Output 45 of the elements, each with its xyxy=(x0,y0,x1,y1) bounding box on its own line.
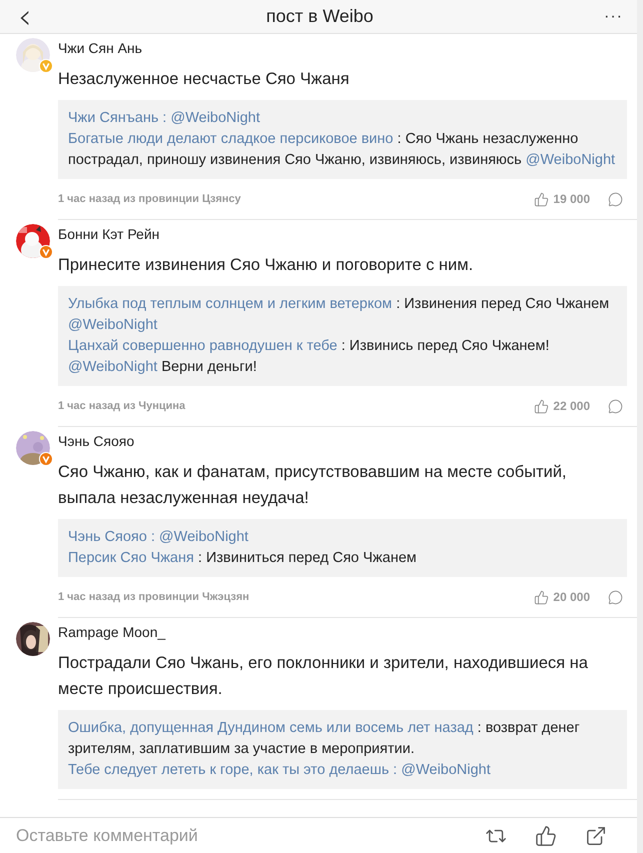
comment-time: 1 час назад из провинции Цзянсу xyxy=(58,193,242,205)
mention-link[interactable]: @WeiboNight xyxy=(68,317,158,333)
reply-text: Цанхай совершенно равнодушен к тебе : Извинись перед Сяо Чжанем! @WeiboNight Верни деньги! xyxy=(68,337,550,377)
user-link[interactable]: Тебе следует лететь к горе, как ты это делаешь : xyxy=(68,762,398,778)
user-link[interactable]: Чэнь Сяояо : xyxy=(68,529,156,545)
author-name[interactable]: Rampage Moon_ xyxy=(58,624,627,640)
user-link[interactable]: Чжи Сянъань : xyxy=(68,110,167,126)
mention-link[interactable]: @WeiboNight xyxy=(68,359,158,375)
mention-link[interactable]: @WeiboNight xyxy=(170,110,260,126)
reply-text: Персик Сяо Чжаня : Извиниться перед Сяо Чжанем xyxy=(68,549,418,568)
comment-icon[interactable] xyxy=(608,398,623,414)
comment-time: 1 час назад из провинции Чжэцзян xyxy=(58,591,250,603)
like-icon[interactable] xyxy=(534,192,550,206)
user-link[interactable]: Улыбка под теплым солнцем и легким ветерком xyxy=(68,296,392,312)
more-button[interactable]: ··· xyxy=(604,8,623,26)
mention-link[interactable]: @WeiboNight xyxy=(159,529,248,545)
share-button[interactable] xyxy=(585,824,607,846)
like-count: 19 000 xyxy=(553,192,590,206)
comment-icon[interactable] xyxy=(608,590,623,604)
back-button[interactable]: ‹ xyxy=(14,2,36,32)
user-link[interactable]: Цанхай совершенно равнодушен к тебе xyxy=(68,338,338,354)
author-name[interactable]: Бонни Кэт Рейн xyxy=(58,226,627,242)
user-link[interactable]: Богатые люди делают сладкое персиковое вино xyxy=(68,131,394,147)
user-link[interactable]: Ошибка, допущенная Дундином семь или восемь лет назад xyxy=(68,720,474,736)
like-count: 22 000 xyxy=(553,399,590,413)
comment-icon[interactable] xyxy=(608,192,623,206)
like-count: 20 000 xyxy=(553,590,590,604)
reply-text: Улыбка под теплым солнцем и легким ветерком : Извинения перед Сяо Чжанем @WeiboNight xyxy=(68,295,610,335)
reply-text: Ошибка, допущенная Дундином семь или восемь лет назад : возврат денег зрителям, заплатившим за участие в мероприятии. xyxy=(68,719,581,759)
user-link[interactable]: Персик Сяо Чжаня xyxy=(68,550,194,566)
reply-text: Богатые люди делают сладкое персиковое вино : Сяо Чжань незаслуженно пострадал, приношу извинения Сяо Чжаню, извиняюсь, извиняюсь @WeiboNight xyxy=(68,130,616,170)
comment-text: Незаслуженное несчастье Сяо Чжаня xyxy=(58,69,350,90)
like-icon[interactable] xyxy=(534,398,550,414)
comment-text: Принесите извинения Сяо Чжаню и поговорите с ним. xyxy=(58,255,474,276)
mention-link[interactable]: @WeiboNight xyxy=(526,152,616,168)
comment-text: Сяо Чжаню, как и фанатам, присутствовавшим на месте событий, выпала незаслуженная неудача! xyxy=(58,462,568,509)
comment-input[interactable]: Оставьте комментарий xyxy=(16,826,457,846)
comment-time: 1 час назад из Чунцина xyxy=(58,400,186,412)
comment-text: Пострадали Сяо Чжань, его поклонники и зрители, находившиеся на месте происшествия. xyxy=(58,653,589,700)
author-name[interactable]: Чжи Сян Ань xyxy=(58,40,627,56)
page-title: пост в Weibo xyxy=(266,6,374,27)
author-name[interactable]: Чэнь Сяояо xyxy=(58,433,627,449)
like-button[interactable] xyxy=(535,824,557,846)
like-icon[interactable] xyxy=(534,590,550,604)
mention-link[interactable]: @WeiboNight xyxy=(401,762,491,778)
